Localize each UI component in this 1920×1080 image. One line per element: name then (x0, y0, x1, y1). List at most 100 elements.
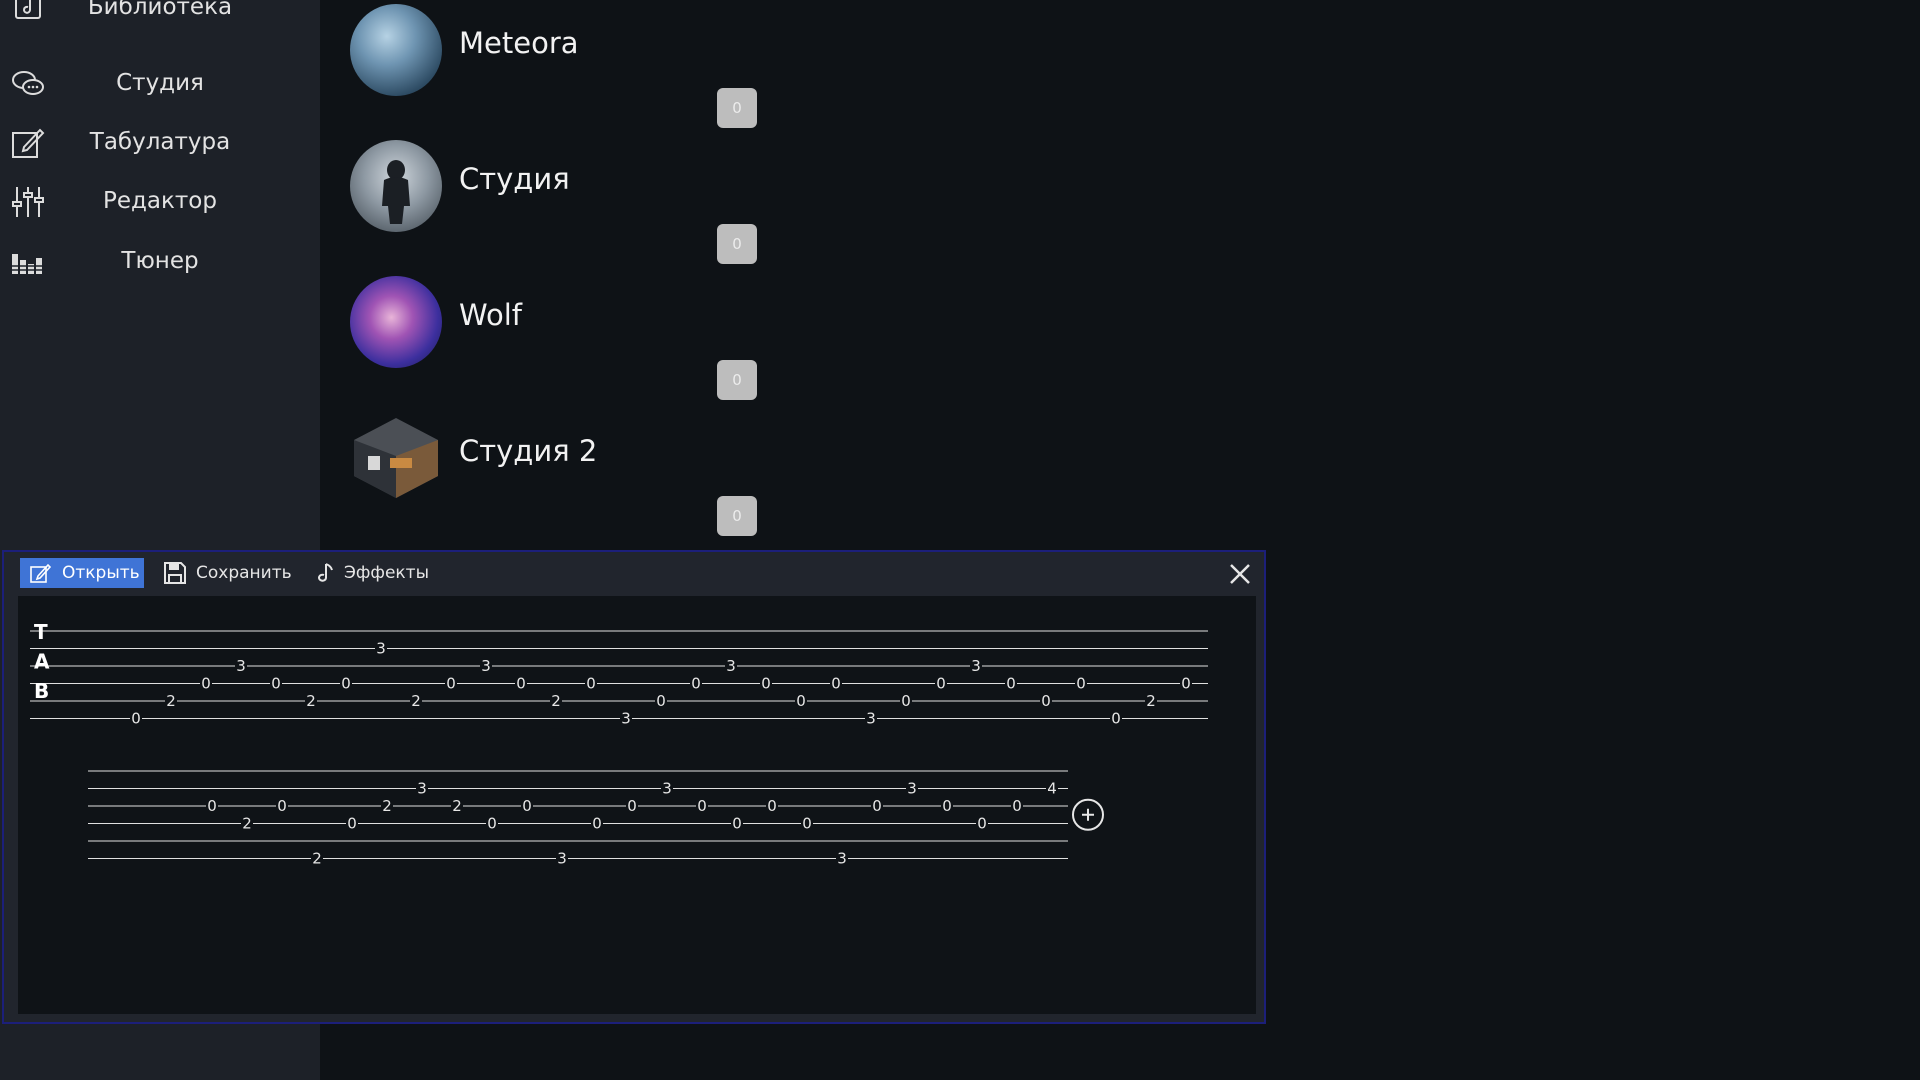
sidebar-item-label: Табулатура (89, 129, 231, 155)
save-button[interactable]: Сохранить (164, 558, 292, 588)
tab-note[interactable]: 3 (376, 640, 386, 658)
sidebar-item-studio[interactable]: Студия (0, 60, 320, 112)
song-item-studio-2[interactable]: Студия 2 0 (350, 412, 850, 548)
tab-note[interactable]: 2 (242, 815, 252, 833)
floppy-disk-icon (164, 562, 186, 584)
tab-note[interactable]: 3 (417, 780, 427, 798)
chat-bubbles-icon (12, 71, 44, 95)
music-note-icon (15, 0, 41, 19)
tab-note[interactable]: 0 (767, 797, 777, 815)
tab-note[interactable]: 3 (866, 710, 876, 728)
edit-icon (30, 563, 52, 583)
tab-note[interactable]: 3 (971, 657, 981, 675)
tablature-canvas[interactable]: TAB 0 2 0 3 0 2 0 3 2 0 3 0 2 0 3 0 0 3 0 0 0 3 0 0 3 0 0 0 0 2 0 0 2 0 2 0 2… (18, 596, 1256, 1014)
album-cover (350, 4, 442, 96)
editor-toolbar: Открыть Сохранить Эффекты (4, 552, 1264, 594)
tab-note[interactable]: 3 (481, 657, 491, 675)
tab-note[interactable]: 0 (277, 797, 287, 815)
tab-note[interactable]: 0 (131, 710, 141, 728)
tab-note[interactable]: 0 (592, 815, 602, 833)
open-button[interactable]: Открыть (20, 558, 144, 588)
tab-note[interactable]: 2 (166, 692, 176, 710)
tab-note[interactable]: 3 (837, 850, 847, 868)
tab-note[interactable]: 0 (516, 675, 526, 693)
sidebar-item-tablature[interactable]: Табулатура (0, 119, 320, 171)
album-cover (350, 412, 442, 504)
tab-note[interactable]: 2 (1146, 692, 1156, 710)
tab-clef-letter: T (34, 620, 48, 644)
tab-note[interactable]: 0 (872, 797, 882, 815)
tab-note[interactable]: 0 (942, 797, 952, 815)
count-badge[interactable]: 0 (717, 224, 757, 264)
effects-label: Эффекты (344, 563, 429, 583)
music-note-icon (318, 563, 333, 582)
tab-note[interactable]: 0 (271, 675, 281, 693)
song-title: Wolf (459, 298, 522, 332)
album-cover (350, 140, 442, 232)
tab-note[interactable]: 0 (796, 692, 806, 710)
tab-note[interactable]: 2 (551, 692, 561, 710)
tab-note[interactable]: 0 (1041, 692, 1051, 710)
tab-note[interactable]: 2 (411, 692, 421, 710)
tab-note[interactable]: 2 (312, 850, 322, 868)
tab-note[interactable]: 0 (201, 675, 211, 693)
tab-note[interactable]: 3 (621, 710, 631, 728)
tab-note[interactable]: 0 (207, 797, 217, 815)
song-title: Студия 2 (459, 434, 598, 468)
sidebar-item-library[interactable]: Библиотека (0, 0, 320, 36)
close-icon[interactable] (1226, 560, 1254, 588)
sidebar-item-tuner[interactable]: Тюнер (0, 238, 320, 290)
count-badge[interactable]: 0 (717, 360, 757, 400)
tab-note[interactable]: 0 (732, 815, 742, 833)
tab-note[interactable]: 0 (802, 815, 812, 833)
tab-note[interactable]: 3 (726, 657, 736, 675)
tab-note[interactable]: 0 (487, 815, 497, 833)
count-badge[interactable]: 0 (717, 88, 757, 128)
sidebar-item-label: Библиотека (87, 0, 233, 20)
tab-note[interactable]: 0 (1111, 710, 1121, 728)
edit-square-icon (12, 128, 45, 158)
tab-note[interactable]: 0 (522, 797, 532, 815)
effects-button[interactable]: Эффекты (318, 558, 429, 588)
tab-note[interactable]: 0 (831, 675, 841, 693)
sliders-icon (12, 187, 44, 217)
tablature-staves: TAB 0 2 0 3 0 2 0 3 2 0 3 0 2 0 3 0 0 3 0 0 0 3 0 0 3 0 0 0 0 2 0 0 2 0 2 0 2… (30, 620, 1208, 868)
song-item-meteora[interactable]: Meteora 0 (350, 4, 850, 140)
tab-note[interactable]: 0 (977, 815, 987, 833)
tab-note[interactable]: 3 (236, 657, 246, 675)
tab-note[interactable]: 0 (697, 797, 707, 815)
sidebar-item-label: Студия (116, 70, 204, 96)
tab-note[interactable]: 0 (1181, 675, 1191, 693)
add-measure-button[interactable] (1072, 798, 1104, 831)
tab-note[interactable]: 0 (341, 675, 351, 693)
tab-note[interactable]: 0 (1076, 675, 1086, 693)
tab-note[interactable]: 3 (907, 780, 917, 798)
tab-note[interactable]: 0 (761, 675, 771, 693)
tab-note[interactable]: 0 (691, 675, 701, 693)
tab-note[interactable]: 0 (901, 692, 911, 710)
count-badge[interactable]: 0 (717, 496, 757, 536)
tab-note[interactable]: 2 (306, 692, 316, 710)
tab-staff: TAB 0 2 0 3 0 2 0 3 2 0 3 0 2 0 3 0 0 3 0 0 0 3 0 0 3 0 0 0 0 2 0 (30, 620, 1208, 728)
album-cover (350, 276, 442, 368)
song-item-studio[interactable]: Студия 0 (350, 140, 850, 276)
tab-note[interactable]: 0 (656, 692, 666, 710)
tab-note[interactable]: 3 (557, 850, 567, 868)
tab-note[interactable]: 0 (627, 797, 637, 815)
tab-note[interactable]: 0 (1012, 797, 1022, 815)
tab-note[interactable]: 2 (382, 797, 392, 815)
sidebar-item-label: Тюнер (121, 248, 199, 274)
song-item-wolf[interactable]: Wolf 0 (350, 276, 850, 412)
song-title: Студия (459, 162, 570, 196)
tab-note[interactable]: 0 (586, 675, 596, 693)
tab-note[interactable]: 0 (1006, 675, 1016, 693)
song-title: Meteora (459, 26, 579, 60)
tab-note[interactable]: 0 (347, 815, 357, 833)
tab-clef-letter: B (34, 679, 49, 703)
tab-note[interactable]: 3 (662, 780, 672, 798)
tab-note[interactable]: 4 (1047, 780, 1057, 798)
tab-note[interactable]: 2 (452, 797, 462, 815)
tab-note[interactable]: 0 (936, 675, 946, 693)
tab-note[interactable]: 0 (446, 675, 456, 693)
sidebar-item-editor[interactable]: Редактор (0, 178, 320, 230)
